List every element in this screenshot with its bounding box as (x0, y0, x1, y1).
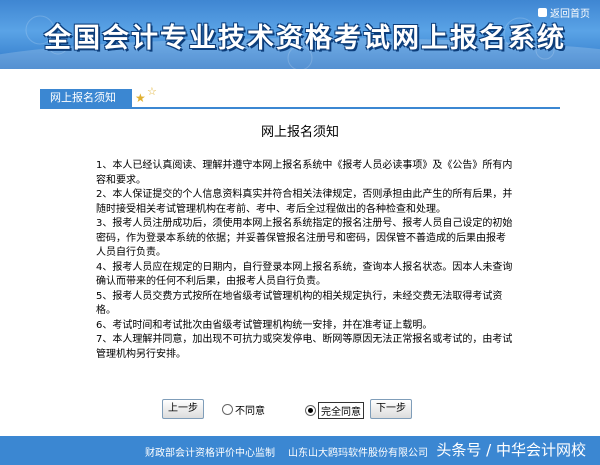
footer-developer: 山东山大鸥玛软件股份有限公司 (288, 448, 428, 459)
header-banner: 全国会计专业技术资格考试网上报名系统 返回首页 (0, 0, 600, 69)
prev-step-button[interactable]: 上一步 (162, 399, 204, 419)
notice-item: 3、报考人员注册成功后，须使用本网上报名系统指定的报名注册号、报考人员自己设定的… (96, 218, 513, 258)
notice-item: 2、本人保证提交的个人信息资料真实并符合相关法律规定，否则承担由此产生的所有后果… (96, 189, 513, 215)
agree-radio[interactable]: 完全同意 (305, 402, 364, 419)
footer: 财政部会计资格评价中心监制 山东山大鸥玛软件股份有限公司 头条号 / 中华会计网… (0, 436, 600, 465)
notice-list: 1、本人已经认真阅读、理解并遵守本网上报名系统中《报考人员必读事项》及《公告》所… (96, 159, 514, 362)
disagree-radio[interactable]: 不同意 (222, 402, 265, 417)
star-icon: ☆ (147, 85, 157, 98)
star-icon: ★ (135, 91, 146, 105)
notice-item: 4、报考人员应在规定的日期内，自行登录本网上报名系统，查询本人报名状态。因本人未… (96, 261, 513, 288)
notice-item: 5、报考人员交费方式按所在地省级考试管理机构的相关规定执行，未经交费无法取得考试… (96, 290, 503, 317)
home-link[interactable]: 返回首页 (538, 5, 590, 20)
watermark: 头条号 / 中华会计网校 (436, 441, 586, 459)
notice-item: 7、本人理解并同意，加出现不可抗力或突发停电、断网等原因无法正常报名或考试的，由… (96, 334, 513, 360)
next-step-button[interactable]: 下一步 (370, 399, 412, 419)
form-controls: 上一步 不同意 完全同意 下一步 (0, 399, 600, 421)
page-heading: 网上报名须知 (260, 125, 339, 140)
tab-registration-notice[interactable]: 网上报名须知 (40, 89, 132, 107)
disagree-radio-circle[interactable] (222, 404, 233, 415)
home-icon (538, 8, 547, 17)
footer-supervisor: 财政部会计资格评价中心监制 (145, 448, 275, 459)
system-title: 全国会计专业技术资格考试网上报名系统 (44, 23, 566, 54)
agree-radio-label: 完全同意 (318, 402, 364, 419)
notice-item: 1、本人已经认真阅读、理解并遵守本网上报名系统中《报考人员必读事项》及《公告》所… (96, 160, 513, 186)
home-link-label: 返回首页 (550, 9, 590, 20)
disagree-radio-label: 不同意 (235, 406, 265, 417)
tab-bar: 网上报名须知 ★ ☆ (40, 85, 560, 109)
agree-radio-circle[interactable] (305, 405, 316, 416)
notice-item: 6、考试时间和考试批次由省级考试管理机构统一安排，并在准考证上载明。 (96, 319, 433, 331)
